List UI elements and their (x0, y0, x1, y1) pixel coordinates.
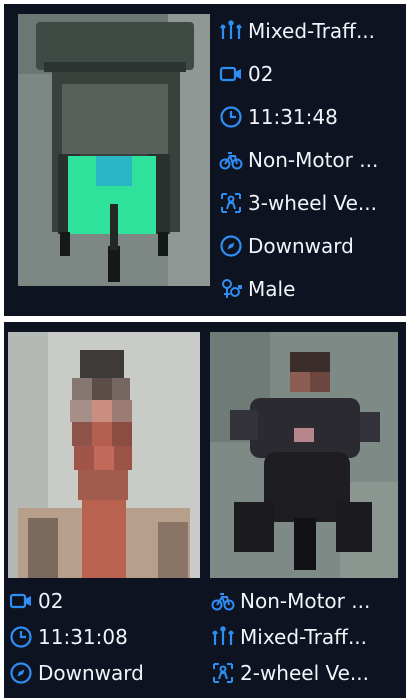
vehicle-type-row-bottom: 2-wheel Ve... (210, 656, 404, 690)
vehicle-type-icon (218, 190, 244, 216)
direction-label: Downward (248, 234, 354, 258)
camera-label-bottom: 02 (38, 589, 64, 613)
time-row: 11:31:48 (218, 100, 404, 134)
time-label-bottom: 11:31:08 (38, 625, 128, 649)
traffic-type-label: Mixed-Traff... (248, 19, 376, 43)
traffic-type-label-bottom: Mixed-Traff... (240, 625, 368, 649)
camera-row: 02 (218, 57, 404, 91)
camera-label: 02 (248, 62, 274, 86)
bicycle-icon (210, 588, 236, 614)
time-row-bottom: 11:31:08 (8, 620, 204, 654)
vehicle-type-label-bottom: 2-wheel Ve... (240, 661, 370, 685)
time-label: 11:31:48 (248, 105, 338, 129)
clock-icon (218, 104, 244, 130)
direction-row-bottom: Downward (8, 656, 204, 690)
rider-photo (210, 332, 398, 578)
face-thumbnail[interactable] (8, 332, 200, 578)
camera-icon (218, 61, 244, 87)
traffic-type-row-bottom: Mixed-Traff... (210, 620, 404, 654)
vehicle-type-icon (210, 660, 236, 686)
vehicle-category-label: Non-Motor ... (248, 148, 379, 172)
direction-icon (8, 660, 34, 686)
vehicle-category-label-bottom: Non-Motor ... (240, 589, 371, 613)
gender-row: Male (218, 272, 404, 306)
bicycle-icon (218, 147, 244, 173)
direction-label-bottom: Downward (38, 661, 144, 685)
mixed-traffic-icon (218, 18, 244, 44)
vehicle-type-row: 3-wheel Ve... (218, 186, 404, 220)
vehicle-category-row-bottom: Non-Motor ... (210, 584, 404, 618)
vehicle-type-label: 3-wheel Ve... (248, 191, 378, 215)
clock-icon (8, 624, 34, 650)
vehicle-category-row: Non-Motor ... (218, 143, 404, 177)
mixed-traffic-icon (210, 624, 236, 650)
record-card-bottom[interactable]: 02 11:31:08 Downward Non-Motor ... Mixed… (4, 322, 406, 698)
camera-row-bottom: 02 (8, 584, 204, 618)
traffic-type-row: Mixed-Traff... (218, 14, 404, 48)
record-card-top[interactable]: Mixed-Traff... 02 11:31:48 Non-Motor ...… (4, 4, 406, 316)
direction-row: Downward (218, 229, 404, 263)
direction-icon (218, 233, 244, 259)
rider-thumbnail[interactable] (210, 332, 398, 578)
gender-icon (218, 276, 244, 302)
vehicle-thumbnail[interactable] (18, 14, 210, 286)
gender-label: Male (248, 277, 296, 301)
face-photo (8, 332, 200, 578)
vehicle-photo (18, 14, 210, 286)
camera-icon (8, 588, 34, 614)
